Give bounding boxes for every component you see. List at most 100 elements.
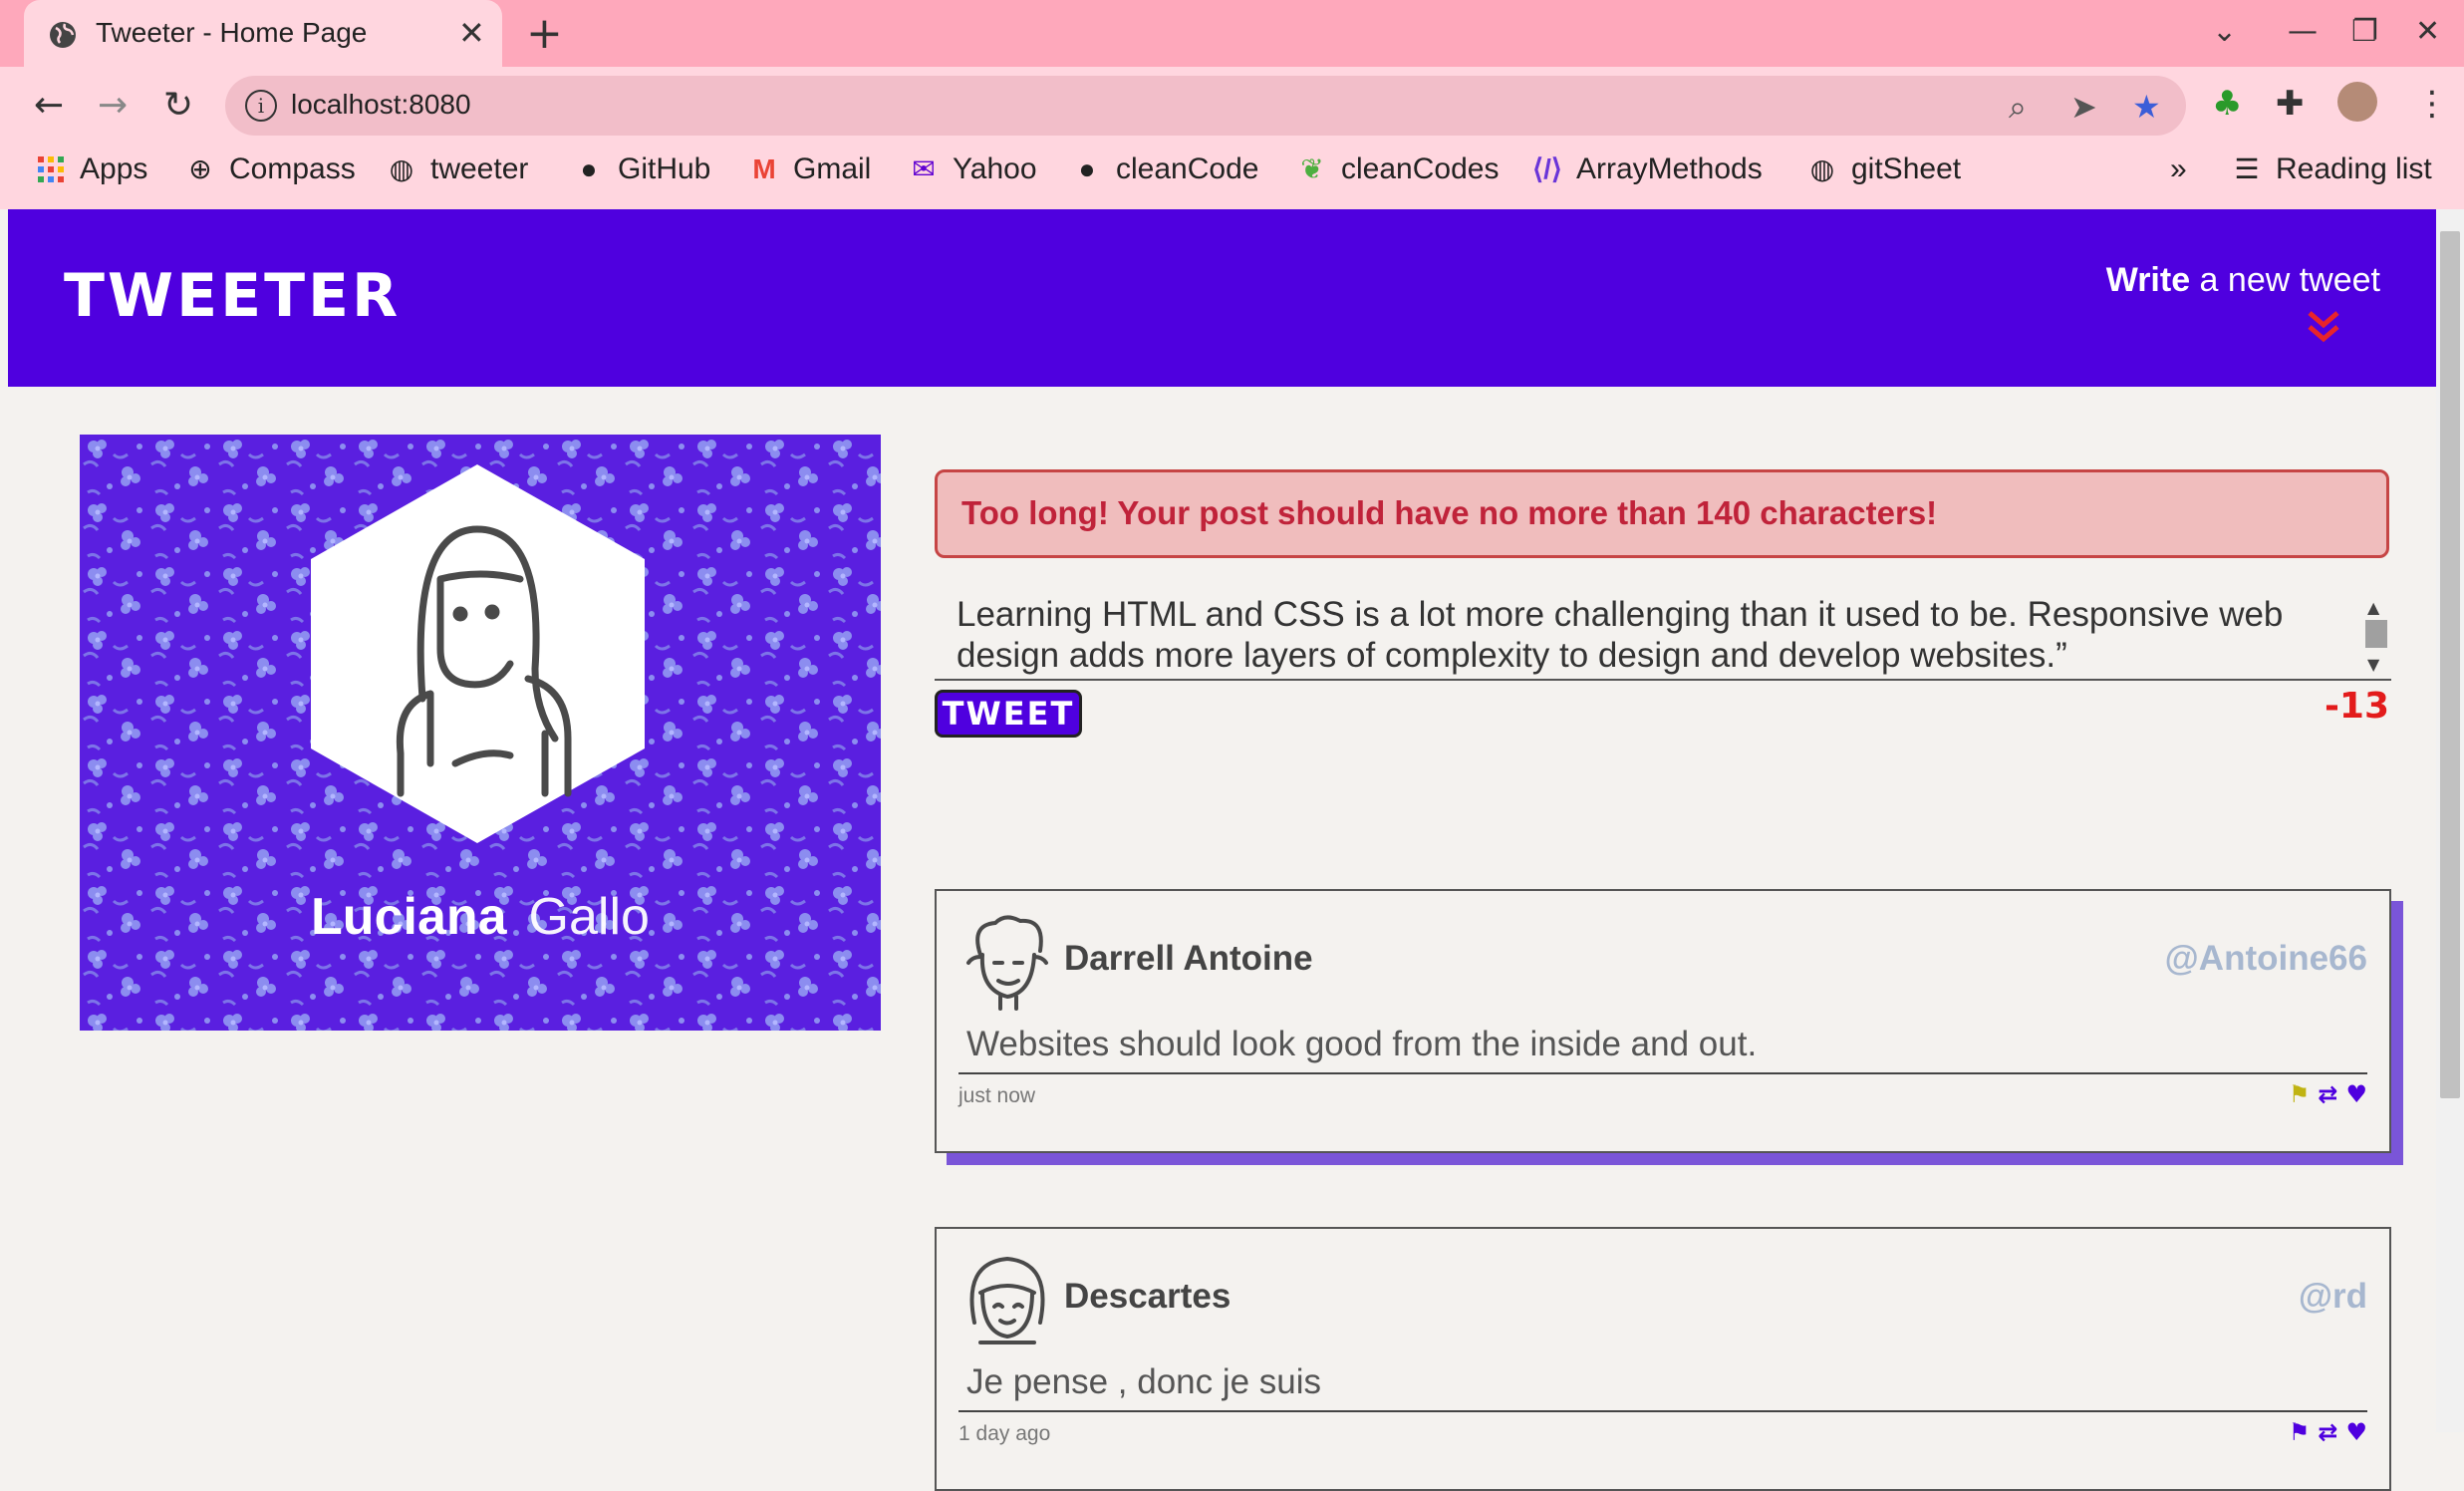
overflow-label: »: [2170, 152, 2187, 185]
github-icon: ●: [1078, 153, 1096, 184]
double-chevron-down-icon[interactable]: [2306, 307, 2341, 347]
error-text: Too long! Your post should have no more …: [961, 494, 1938, 531]
bookmarks-bar: Apps ⊕ Compass ◍ tweeter ● GitHub M Gmai…: [0, 145, 2464, 204]
error-message: Too long! Your post should have no more …: [935, 469, 2389, 558]
tweet-card: Darrell Antoine @Antoine66 Websites shou…: [935, 889, 2391, 1153]
tweet-submit-button[interactable]: TWEET: [935, 690, 1082, 738]
profile-avatar-hexagon: [311, 464, 645, 843]
bookmark-label: cleanCode: [1116, 152, 1259, 185]
tab-strip: Tweeter - Home Page ✕ + ⌄ — ❐ ✕: [0, 0, 2464, 67]
tab-search-chevron-icon[interactable]: ⌄: [2212, 14, 2237, 49]
bookmark-label: tweeter: [430, 152, 529, 185]
tweet-divider: [958, 1410, 2367, 1412]
user-avatar-icon: [969, 1256, 1045, 1344]
flag-icon[interactable]: ⚑: [2289, 1080, 2311, 1108]
heart-icon[interactable]: ♥: [2345, 1080, 2367, 1108]
page-scrollbar-thumb[interactable]: [2440, 231, 2460, 1098]
flag-icon[interactable]: ⚑: [2289, 1418, 2311, 1446]
tweet-card: Descartes @rd Je pense , donc je suis 1 …: [935, 1227, 2391, 1491]
profile-avatar[interactable]: [2337, 82, 2377, 122]
textarea-scroll-down-icon[interactable]: ▼: [2367, 655, 2379, 674]
tweet-timestamp: just now: [958, 1084, 1036, 1107]
reading-list-icon: ☰: [2234, 153, 2260, 184]
bookmark-star-icon[interactable]: ★: [2132, 88, 2161, 126]
bookmark-label: gitSheet: [1851, 152, 1962, 185]
window-close-icon[interactable]: ✕: [2415, 14, 2440, 49]
tweet-author-handle[interactable]: @rd: [2299, 1277, 2367, 1317]
tweet-actions: ⚑ ⇄ ♥: [2289, 1418, 2367, 1446]
bookmark-gitsheet[interactable]: ◍ gitSheet: [1807, 152, 1961, 186]
leaf-icon: ❦: [1300, 153, 1324, 184]
user-avatar-icon: [966, 915, 1048, 1011]
tweet-author-name: Descartes: [1064, 1277, 1232, 1316]
tab-title: Tweeter - Home Page: [96, 17, 368, 48]
yahoo-mail-icon: ✉: [912, 153, 936, 184]
write-bold: Write: [2105, 261, 2191, 299]
tweet-actions: ⚑ ⇄ ♥: [2289, 1080, 2367, 1108]
address-bar[interactable]: i localhost:8080 ⌕ ➤ ★: [225, 76, 2186, 136]
bookmark-compass[interactable]: ⊕ Compass: [185, 152, 356, 186]
bookmark-yahoo[interactable]: ✉ Yahoo: [909, 152, 1037, 186]
bookmark-github[interactable]: ● GitHub: [574, 152, 711, 186]
heart-icon[interactable]: ♥: [2345, 1418, 2367, 1446]
bookmark-apps[interactable]: Apps: [36, 152, 147, 186]
tweet-timestamp: 1 day ago: [958, 1422, 1051, 1445]
code-icon: ⟨/⟩: [1532, 153, 1562, 184]
retweet-icon[interactable]: ⇄: [2318, 1080, 2337, 1108]
tweet-text: Je pense , donc je suis: [966, 1362, 1322, 1401]
gmail-icon: M: [752, 153, 776, 184]
tweet-author-handle[interactable]: @Antoine66: [2165, 939, 2367, 979]
browser-tab[interactable]: Tweeter - Home Page ✕: [24, 0, 502, 67]
new-tab-button[interactable]: +: [526, 8, 563, 59]
bookmark-label: cleanCodes: [1341, 152, 1500, 185]
globe-icon: [50, 22, 76, 48]
bookmark-cleancodes[interactable]: ❦ cleanCodes: [1297, 152, 1499, 186]
extensions-puzzle-icon[interactable]: ✚: [2276, 84, 2305, 124]
write-new-tweet-link[interactable]: Write a new tweet: [2106, 261, 2380, 300]
globe-icon: ◍: [389, 153, 414, 184]
site-logo[interactable]: TWEETER: [64, 261, 401, 331]
apps-grid-icon: [38, 156, 64, 182]
compass-icon: ⊕: [188, 153, 212, 184]
profile-last-name: Gallo: [528, 888, 650, 946]
tweet-textarea[interactable]: Learning HTML and CSS is a lot more chal…: [957, 594, 2351, 676]
globe-icon: ◍: [1809, 153, 1835, 184]
menu-kebab-icon[interactable]: ⋮: [2415, 84, 2449, 124]
back-arrow-icon[interactable]: ←: [34, 85, 64, 126]
forward-arrow-icon[interactable]: →: [98, 85, 128, 126]
reload-icon[interactable]: ↻: [163, 85, 193, 126]
address-url[interactable]: localhost:8080: [291, 89, 471, 121]
write-rest: a new tweet: [2190, 261, 2380, 299]
textarea-scroll-up-icon[interactable]: ▲: [2367, 598, 2379, 617]
bookmark-tweeter[interactable]: ◍ tweeter: [387, 152, 529, 186]
bookmarks-overflow-button[interactable]: »: [2170, 152, 2187, 186]
extension-tree-icon[interactable]: ♣: [2212, 84, 2242, 124]
tweet-author-name: Darrell Antoine: [1064, 939, 1313, 978]
reading-list-button[interactable]: ☰ Reading list: [2232, 152, 2431, 186]
bookmark-label: GitHub: [618, 152, 711, 185]
site-header: TWEETER Write a new tweet: [8, 209, 2436, 387]
character-counter: -13: [2324, 686, 2389, 727]
bookmark-label: Yahoo: [953, 152, 1037, 185]
profile-first-name: Luciana: [311, 888, 507, 946]
bookmark-label: Apps: [80, 152, 148, 185]
zoom-icon[interactable]: ⌕: [2009, 88, 2027, 127]
retweet-icon[interactable]: ⇄: [2318, 1418, 2337, 1446]
bookmark-label: ArrayMethods: [1576, 152, 1763, 185]
bookmark-arraymethods[interactable]: ⟨/⟩ ArrayMethods: [1532, 152, 1763, 186]
textarea-scrollbar-thumb[interactable]: [2365, 620, 2387, 648]
restore-icon[interactable]: ❐: [2351, 14, 2378, 49]
browser-toolbar: ← → ↻ i localhost:8080 ⌕ ➤ ★ ♣ ✚ ⋮ Apps …: [0, 67, 2464, 209]
bookmark-label: Compass: [229, 152, 356, 185]
bookmark-gmail[interactable]: M Gmail: [749, 152, 871, 186]
send-icon[interactable]: ➤: [2070, 88, 2097, 126]
profile-name: Luciana Gallo: [80, 887, 881, 947]
tab-close-icon[interactable]: ✕: [458, 14, 485, 52]
bookmark-label: Gmail: [793, 152, 872, 185]
tweet-divider: [958, 1072, 2367, 1074]
site-info-icon[interactable]: i: [245, 90, 277, 122]
minimize-icon[interactable]: —: [2288, 14, 2318, 49]
bookmark-cleancode[interactable]: ● cleanCode: [1072, 152, 1259, 186]
profile-card: Luciana Gallo: [80, 435, 881, 1031]
github-icon: ●: [580, 153, 598, 184]
